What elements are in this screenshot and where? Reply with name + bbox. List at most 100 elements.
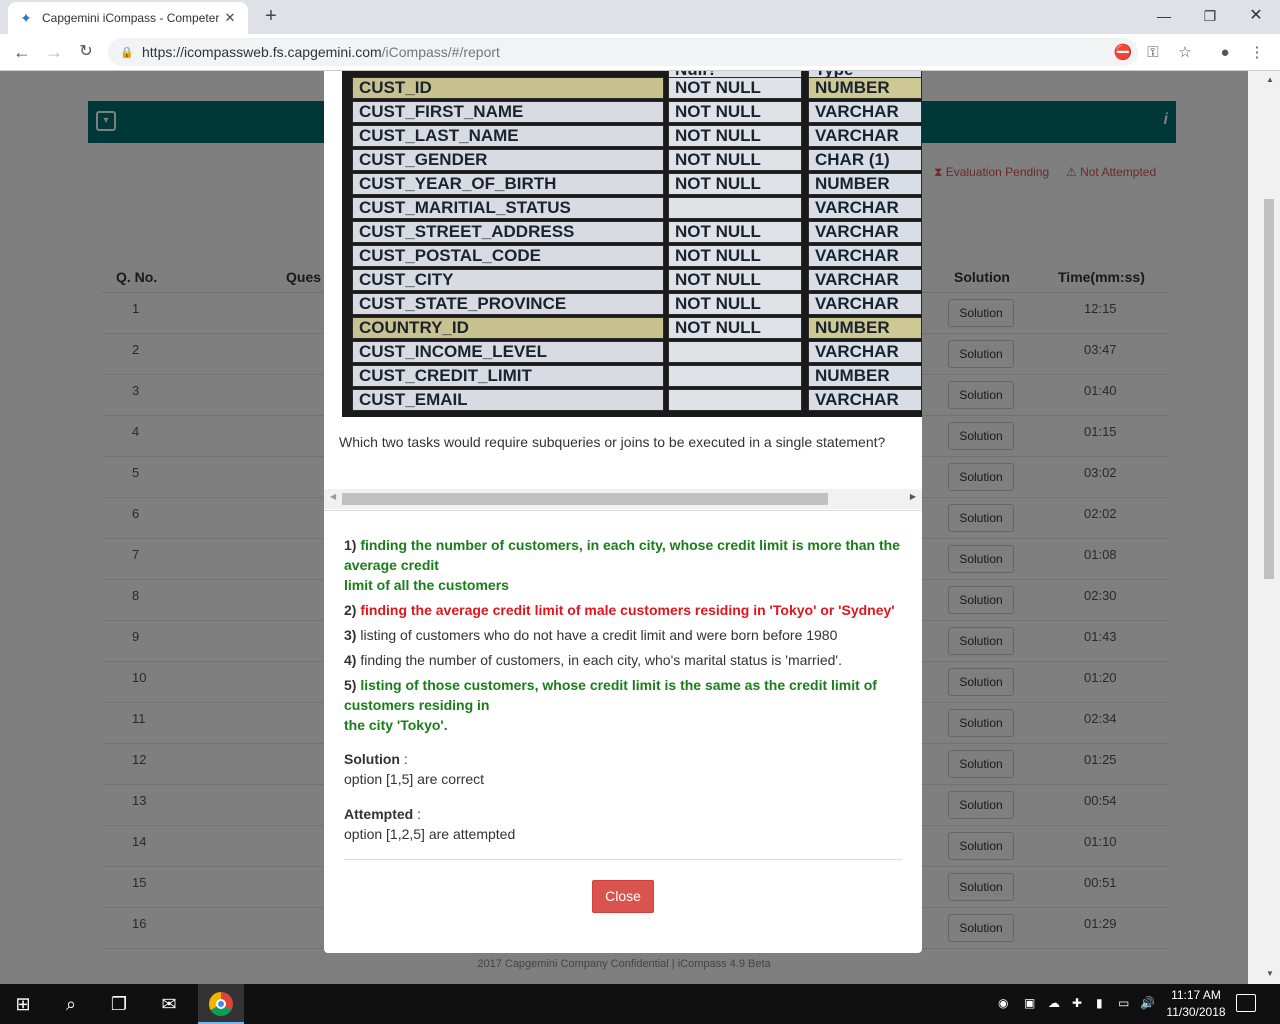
exhibit-row: CUST_EMAIL VARCHAR	[342, 387, 922, 411]
clock-date: 11/30/2018	[1166, 1005, 1226, 1019]
search-icon[interactable]: ⌕	[48, 984, 94, 1024]
option-text: the city 'Tokyo'.	[344, 717, 448, 733]
horizontal-scrollbar-thumb[interactable]	[342, 493, 828, 505]
exhibit-row: CUST_CREDIT_LIMIT NUMBER	[342, 363, 922, 387]
option-number: 1)	[344, 537, 357, 553]
question-exhibit-image: Null?TypeCUST_IDNOT NULLNUMBERCUST_FIRST…	[342, 71, 922, 417]
column-name: CUST_CREDIT_LIMIT	[352, 365, 664, 387]
reload-icon[interactable]: ↻	[74, 42, 98, 64]
option-text: finding the number of customers, in each…	[360, 652, 842, 668]
bookmark-star-icon[interactable]: ☆	[1174, 42, 1196, 64]
close-window-button[interactable]: ✕	[1236, 4, 1276, 28]
tab-title: Capgemini iCompass - Competer	[42, 11, 220, 25]
capgemini-favicon-icon: ✦	[20, 10, 32, 26]
column-type: VARCHAR	[808, 269, 922, 291]
exhibit-row: CUST_LAST_NAME NOT NULL VARCHAR	[342, 123, 922, 147]
tray-app-icon[interactable]: ◉	[998, 996, 1008, 1010]
column-name: CUST_CITY	[352, 269, 664, 291]
onedrive-cloud-icon[interactable]: ☁	[1048, 996, 1060, 1010]
column-nullability: NOT NULL	[668, 125, 802, 147]
scroll-up-arrow-icon[interactable]: ▲	[1266, 75, 1274, 84]
browser-toolbar: ← → ↻ 🔒 https://icompassweb.fs.capgemini…	[0, 34, 1280, 71]
option-text: listing of those customers, whose credit…	[344, 677, 877, 713]
column-nullability: NOT NULL	[668, 269, 802, 291]
key-icon[interactable]: ⚿	[1142, 42, 1164, 64]
back-icon[interactable]: ←	[10, 42, 34, 64]
column-nullability: NOT NULL	[668, 149, 802, 171]
volume-icon[interactable]: 🔊	[1140, 996, 1155, 1010]
scrollbar-thumb[interactable]	[1264, 199, 1274, 579]
divider	[324, 510, 922, 511]
question-text: Which two tasks would require subqueries…	[339, 434, 886, 450]
exhibit-row: CUST_POSTAL_CODE NOT NULL VARCHAR	[342, 243, 922, 267]
column-nullability: NOT NULL	[668, 101, 802, 123]
option-number: 3)	[344, 627, 357, 643]
exhibit-row: CUST_CITY NOT NULL VARCHAR	[342, 267, 922, 291]
page-scrollbar[interactable]: ▲ ▼	[1248, 71, 1280, 984]
exhibit-row: CUST_MARITIAL_STATUS VARCHAR	[342, 195, 922, 219]
exhibit-row: CUST_STATE_PROVINCE NOT NULL VARCHAR	[342, 291, 922, 315]
option-text: limit of all the customers	[344, 577, 509, 593]
column-name: CUST_POSTAL_CODE	[352, 245, 664, 267]
column-type: NUMBER	[808, 317, 922, 339]
blocked-popup-icon[interactable]: ⛔	[1112, 42, 1134, 64]
horizontal-scrollbar[interactable]: ◀ ▶	[324, 489, 922, 509]
clock-time: 11:17 AM	[1171, 988, 1221, 1002]
scroll-right-arrow-icon[interactable]: ▶	[910, 492, 916, 501]
column-name: CUST_EMAIL	[352, 389, 664, 411]
column-name: CUST_LAST_NAME	[352, 125, 664, 147]
tray-device-icon[interactable]: ▣	[1024, 996, 1035, 1010]
answer-option: 4) finding the number of customers, in e…	[344, 650, 904, 670]
column-name: CUST_INCOME_LEVEL	[352, 341, 664, 363]
mail-icon[interactable]: ✉	[146, 984, 192, 1024]
column-nullability: NOT NULL	[668, 245, 802, 267]
column-type: NUMBER	[808, 173, 922, 195]
scroll-left-arrow-icon[interactable]: ◀	[330, 492, 336, 501]
notification-center-icon[interactable]	[1236, 994, 1256, 1012]
lock-icon: 🔒	[120, 46, 134, 59]
column-nullability: NOT NULL	[668, 173, 802, 195]
exhibit-row: CUST_STREET_ADDRESS NOT NULL VARCHAR	[342, 219, 922, 243]
option-number: 5)	[344, 677, 357, 693]
close-button[interactable]: Close	[592, 880, 654, 913]
attempted-label: Attempted	[344, 806, 414, 822]
task-view-icon[interactable]: ❐	[96, 984, 142, 1024]
address-bar[interactable]: 🔒 https://icompassweb.fs.capgemini.com/i…	[108, 38, 1138, 66]
column-name: CUST_YEAR_OF_BIRTH	[352, 173, 664, 195]
column-name: CUST_ID	[352, 77, 664, 99]
answer-option: 3) listing of customers who do not have …	[344, 625, 904, 645]
chrome-taskbar-icon[interactable]	[198, 984, 244, 1024]
windows-start-icon[interactable]: ⊞	[0, 984, 46, 1024]
column-type: NUMBER	[808, 365, 922, 387]
column-type: VARCHAR	[808, 341, 922, 363]
column-name: CUST_MARITIAL_STATUS	[352, 197, 664, 219]
column-type: VARCHAR	[808, 245, 922, 267]
exhibit-row: CUST_YEAR_OF_BIRTH NOT NULL NUMBER	[342, 171, 922, 195]
minimize-button[interactable]: —	[1144, 4, 1184, 28]
taskbar-clock[interactable]: 11:17 AM 11/30/2018	[1160, 987, 1232, 1021]
answer-option: 1) finding the number of customers, in e…	[344, 535, 904, 595]
forward-icon[interactable]: →	[42, 42, 66, 64]
exhibit-row: COUNTRY_ID NOT NULL NUMBER	[342, 315, 922, 339]
column-type: CHAR (1)	[808, 149, 922, 171]
new-tab-button[interactable]: +	[260, 6, 282, 28]
answer-option: 2) finding the average credit limit of m…	[344, 600, 904, 620]
shield-icon[interactable]: ✚	[1072, 996, 1082, 1010]
exhibit-row: CUST_INCOME_LEVEL VARCHAR	[342, 339, 922, 363]
option-text: listing of customers who do not have a c…	[360, 627, 838, 643]
column-type: VARCHAR	[808, 293, 922, 315]
column-type: VARCHAR	[808, 197, 922, 219]
profile-icon[interactable]: ●	[1214, 42, 1236, 64]
close-tab-icon[interactable]: ✕	[222, 10, 238, 26]
option-text: finding the number of customers, in each…	[344, 537, 900, 573]
column-name: CUST_STATE_PROVINCE	[352, 293, 664, 315]
browser-tab[interactable]: ✦ Capgemini iCompass - Competer ✕	[8, 2, 248, 34]
menu-icon[interactable]: ⋮	[1246, 42, 1268, 64]
browser-viewport: ▾ i ⧗ Evaluation Pending ⚠ Not Attempted…	[0, 71, 1280, 984]
network-icon[interactable]: ▭	[1118, 996, 1129, 1010]
restore-button[interactable]: ❐	[1190, 4, 1230, 28]
option-number: 2)	[344, 602, 357, 618]
tray-security-icon[interactable]: ▮	[1096, 996, 1103, 1010]
scroll-down-arrow-icon[interactable]: ▼	[1266, 969, 1274, 978]
windows-taskbar: ⊞ ⌕ ❐ ✉ ◉ ▣ ☁ ✚ ▮ ▭ 🔊 11:17 AM 11/30/201…	[0, 984, 1280, 1024]
